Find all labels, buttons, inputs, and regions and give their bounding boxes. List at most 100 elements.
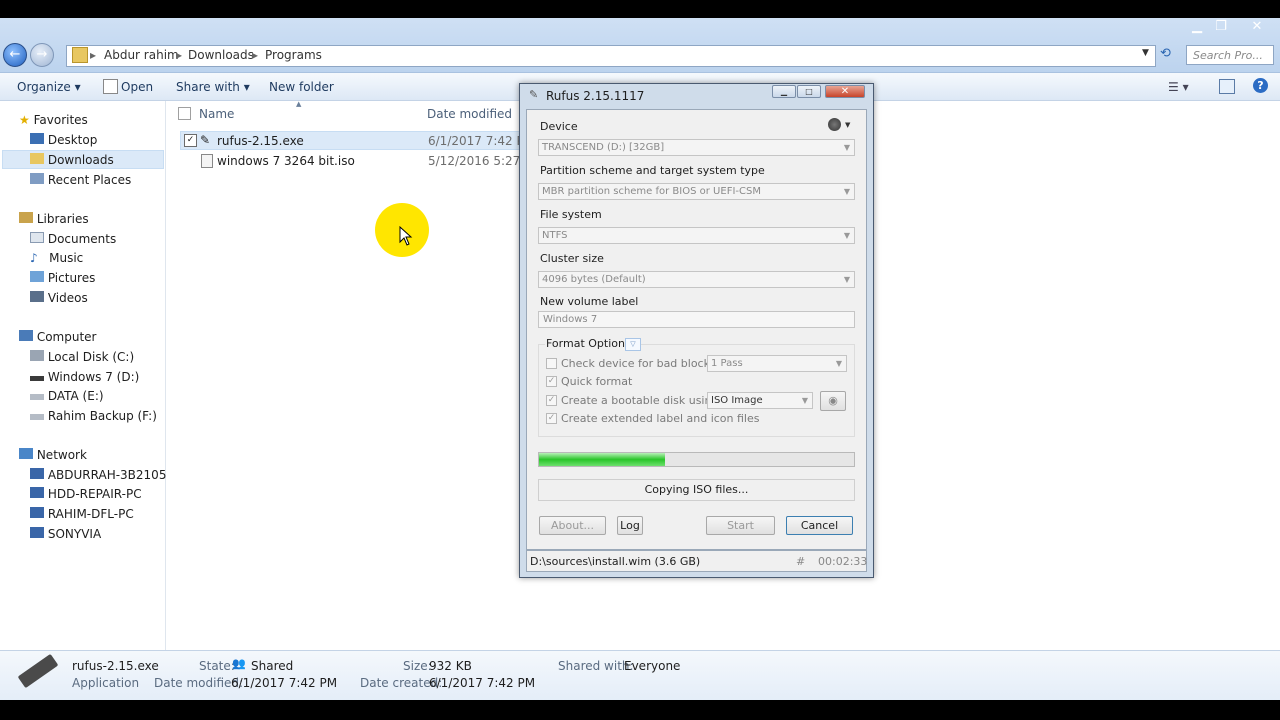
libraries-icon: [19, 212, 33, 223]
close-icon[interactable]: ✕: [1243, 18, 1271, 36]
nav-label: HDD-REPAIR-PC: [47, 487, 142, 501]
breadcrumb-separator-icon: ▸: [176, 48, 183, 62]
select-all-checkbox[interactable]: [178, 107, 191, 120]
expand-options-icon[interactable]: ▽: [625, 338, 641, 351]
breadcrumb-item[interactable]: Downloads: [188, 48, 254, 62]
file-name[interactable]: rufus-2.15.exe: [217, 134, 304, 148]
elapsed-time: 00:02:33: [818, 555, 868, 568]
partition-select[interactable]: MBR partition scheme for BIOS or UEFI-CS…: [538, 183, 855, 200]
nav-desktop[interactable]: Desktop: [30, 133, 97, 147]
view-icon[interactable]: ☰ ▾: [1168, 80, 1189, 94]
chevron-down-icon: ▼: [801, 396, 808, 405]
sort-arrow-icon: ▲: [296, 100, 302, 108]
nav-local-disk[interactable]: Local Disk (C:): [30, 350, 134, 364]
start-button[interactable]: Start: [706, 516, 775, 535]
nav-downloads[interactable]: Downloads: [30, 153, 114, 167]
details-type: Application: [72, 676, 140, 690]
forward-button[interactable]: →: [30, 43, 54, 67]
nav-computer[interactable]: Computer: [19, 330, 96, 344]
device-select[interactable]: TRANSCEND (D:) [32GB] ▼: [538, 139, 855, 156]
about-button[interactable]: About...: [539, 516, 606, 535]
nav-network-pc[interactable]: SONYVIA: [30, 527, 101, 541]
open-button[interactable]: Open: [121, 80, 153, 94]
iso-file-icon: [201, 154, 213, 168]
cluster-select[interactable]: 4096 bytes (Default) ▼: [538, 271, 855, 288]
file-checkbox[interactable]: ✓: [184, 134, 197, 147]
column-header-name[interactable]: Name: [199, 107, 234, 121]
details-date-modified-value: 6/1/2017 7:42 PM: [231, 676, 338, 690]
computer-icon: [30, 487, 44, 498]
new-folder-button[interactable]: New folder: [269, 80, 334, 94]
device-menu-icon[interactable]: [828, 118, 841, 131]
select-image-button[interactable]: ◉: [820, 391, 846, 411]
details-size-label: Size:: [403, 659, 432, 673]
nav-network[interactable]: Network: [19, 448, 87, 462]
search-input[interactable]: Search Pro...: [1186, 45, 1274, 65]
filesystem-select[interactable]: NTFS ▼: [538, 227, 855, 244]
chevron-down-icon: ▼: [835, 359, 842, 368]
bootable-checkbox[interactable]: ✓: [546, 395, 557, 406]
cluster-label: Cluster size: [540, 252, 604, 265]
nav-videos[interactable]: Videos: [30, 291, 88, 305]
nav-windows7-drive[interactable]: Windows 7 (D:): [30, 370, 139, 384]
extended-label-checkbox[interactable]: ✓: [546, 413, 557, 424]
boot-type-select[interactable]: ISO Image ▼: [707, 392, 813, 409]
bad-blocks-checkbox[interactable]: [546, 358, 557, 369]
nav-backup-drive[interactable]: Rahim Backup (F:): [30, 409, 157, 423]
recent-places-icon: [30, 173, 44, 184]
quick-format-label: Quick format: [561, 375, 633, 388]
preview-pane-icon[interactable]: [1219, 79, 1235, 94]
nav-label: RAHIM-DFL-PC: [47, 507, 134, 521]
details-filename: rufus-2.15.exe: [72, 659, 159, 673]
organize-button[interactable]: Organize ▾: [17, 80, 81, 94]
nav-label: Videos: [47, 291, 88, 305]
share-with-label: Share with: [176, 80, 240, 94]
computer-icon: [30, 507, 44, 518]
rufus-close-button[interactable]: ✕: [825, 85, 865, 98]
nav-network-pc[interactable]: RAHIM-DFL-PC: [30, 507, 134, 521]
nav-favorites[interactable]: ★ Favorites: [19, 113, 88, 127]
restore-icon[interactable]: ❐: [1207, 18, 1235, 36]
chevron-down-icon[interactable]: ▼: [845, 121, 850, 129]
nav-label: Computer: [36, 330, 97, 344]
nav-label: Rahim Backup (F:): [47, 409, 157, 423]
refresh-icon[interactable]: ⟲: [1160, 46, 1171, 61]
computer-icon: [19, 330, 33, 341]
volume-label-input[interactable]: Windows 7: [538, 311, 855, 328]
nav-data-drive[interactable]: DATA (E:): [30, 389, 104, 403]
breadcrumb-item[interactable]: Abdur rahim: [104, 48, 179, 62]
breadcrumb-item[interactable]: Programs: [265, 48, 322, 62]
log-button[interactable]: Log: [617, 516, 643, 535]
nav-label: ABDURRAH-3B2105: [47, 468, 167, 482]
nav-libraries[interactable]: Libraries: [19, 212, 89, 226]
cancel-button[interactable]: Cancel: [786, 516, 853, 535]
nav-label: SONYVIA: [47, 527, 102, 541]
nav-recent-places[interactable]: Recent Places: [30, 173, 131, 187]
share-with-button[interactable]: Share with ▾: [176, 80, 250, 94]
column-header-date-modified[interactable]: Date modified: [427, 107, 512, 121]
nav-pictures[interactable]: Pictures: [30, 271, 95, 285]
details-date-created-value: 6/1/2017 7:42 PM: [429, 676, 536, 690]
filesystem-label: File system: [540, 208, 602, 221]
boot-type-value: ISO Image: [711, 395, 763, 406]
nav-music[interactable]: ♪ Music: [30, 251, 83, 265]
nav-documents[interactable]: Documents: [30, 232, 116, 246]
nav-network-pc[interactable]: HDD-REPAIR-PC: [30, 487, 142, 501]
hash-button[interactable]: #: [796, 555, 805, 568]
back-button[interactable]: ←: [3, 43, 27, 67]
quick-format-checkbox[interactable]: ✓: [546, 376, 557, 387]
passes-select[interactable]: 1 Pass ▼: [707, 355, 847, 372]
file-name[interactable]: windows 7 3264 bit.iso: [217, 154, 355, 168]
nav-label: Windows 7 (D:): [47, 370, 140, 384]
chevron-down-icon[interactable]: ▼: [1142, 48, 1149, 58]
partition-value: MBR partition scheme for BIOS or UEFI-CS…: [542, 186, 761, 197]
videos-icon: [30, 291, 44, 302]
star-icon: ★: [19, 113, 30, 127]
breadcrumb-separator-icon: ▸: [90, 48, 97, 62]
nav-label: Pictures: [47, 271, 96, 285]
help-icon[interactable]: ?: [1253, 78, 1268, 93]
nav-network-pc[interactable]: ABDURRAH-3B2105: [30, 468, 166, 482]
usb-pen-icon: ✎: [200, 133, 211, 147]
nav-label: Favorites: [33, 113, 88, 127]
details-shared-label: Shared with:: [558, 659, 634, 673]
